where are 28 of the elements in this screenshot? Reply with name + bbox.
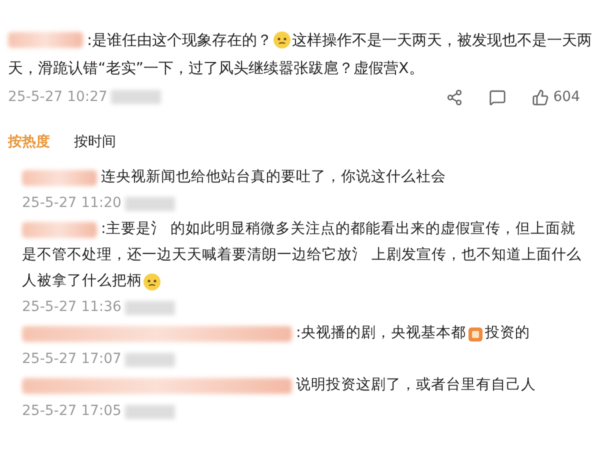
- timestamp: 25-5-27 17:07: [22, 350, 122, 369]
- comment-text: :主要是氵 的如此明显稍微多关注点的都能看出来的虚假宣传，但上面就: [101, 220, 576, 240]
- like-count: 604: [553, 88, 580, 106]
- blurred-source: [125, 196, 176, 210]
- timestamp: 25-5-27 11:20: [22, 194, 122, 213]
- blurred-source: [125, 404, 176, 418]
- comment-text: 连央视新闻也给他站台真的要吐了，你说这什么社会: [101, 168, 446, 188]
- comment-text: 人被拿了什么把柄: [22, 272, 142, 292]
- blurred-source: [125, 300, 176, 314]
- comment-text: :是谁任由这个现象存在的？: [87, 30, 272, 51]
- blurred-source: [125, 352, 176, 366]
- emoji-icon: [143, 273, 161, 291]
- comment-text: 是不管不处理，还一边天天喊着要清朗一边给它放氵 上剧发宣传，也不知道上面什么: [22, 246, 582, 266]
- comment-text: 说明投资这剧了，或者台里有自己人: [296, 376, 536, 396]
- comment-icon[interactable]: [489, 88, 506, 106]
- comment-text: :央视播的剧，央视基本都: [296, 324, 466, 344]
- timestamp: 25-5-27 11:36: [22, 298, 122, 317]
- like-icon[interactable]: [532, 88, 550, 106]
- emoji-icon: [468, 326, 483, 342]
- sort-tab[interactable]: 按时间: [74, 132, 116, 153]
- timestamp: 25-5-27 17:05: [22, 402, 122, 421]
- comment-text: 天，滑跪认错“老实”一下，过了风头继续嚣张跋扈？虚假营X。: [8, 58, 424, 79]
- comment-text: 投资的: [484, 324, 530, 344]
- emoji-icon: [273, 31, 292, 49]
- share-icon[interactable]: [446, 88, 464, 106]
- blurred-source: [111, 90, 162, 104]
- timestamp: 25-5-27 10:27: [8, 88, 108, 106]
- comment-text: 这样操作不是一天两天，被发现也不是一天两: [292, 30, 592, 51]
